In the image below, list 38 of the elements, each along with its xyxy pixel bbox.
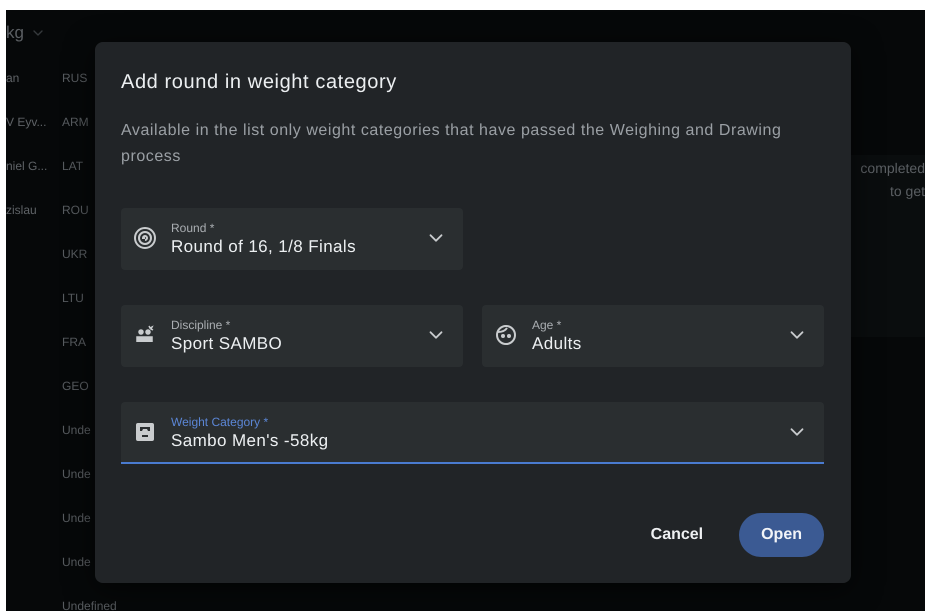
open-button[interactable]: Open: [739, 513, 824, 557]
country-code: LTU: [61, 291, 84, 305]
country-code: RUS: [61, 71, 88, 85]
athlete-name: V Eyv...: [6, 115, 48, 129]
dialog-description: Available in the list only weight categories that have passed the Weighing and Drawing process: [121, 121, 782, 167]
field-value: Sport SAMBO: [171, 333, 284, 355]
select-field[interactable]: Round * Round of 16, 1/8 Finals: [121, 208, 463, 270]
country-code: ROU: [61, 203, 89, 217]
dialog-title: Add round in weight category: [121, 70, 398, 95]
field-value: Round of 16, 1/8 Finals: [171, 236, 357, 258]
country-code: Unde: [61, 511, 91, 525]
concentric-circles-icon: [133, 226, 157, 250]
country-code: GEO: [61, 379, 89, 393]
athlete-name: zislau: [6, 203, 38, 217]
notice-text: to get: [890, 182, 925, 201]
field-label: Weight Category *: [171, 414, 270, 430]
country-code: Unde: [61, 423, 91, 437]
country-code: Unde: [61, 555, 91, 569]
country-code: Undefined: [61, 599, 117, 611]
select-field[interactable]: Discipline * Sport SAMBO: [121, 305, 463, 367]
country-code: LAT: [61, 159, 84, 173]
country-code: Unde: [61, 467, 91, 481]
notice-text: completed: [860, 159, 925, 178]
select-field[interactable]: Age * Adults: [482, 305, 824, 367]
select-field[interactable]: Weight Category * Sambo Men's -58kg: [121, 402, 824, 464]
field-label: Age *: [532, 317, 562, 333]
scale-icon: [133, 420, 157, 444]
athlete-name: an: [6, 71, 20, 85]
face-icon: [494, 323, 518, 347]
field-label: Round *: [171, 220, 216, 236]
country-code: FRA: [61, 335, 86, 349]
country-code: UKR: [61, 247, 88, 261]
field-value: Adults: [532, 333, 583, 355]
field-value: Sambo Men's -58kg: [171, 430, 330, 452]
athlete-name: niel G...: [6, 159, 48, 173]
country-code: ARM: [61, 115, 89, 129]
cancel-button[interactable]: Cancel: [628, 516, 726, 554]
field-label: Discipline *: [171, 317, 232, 333]
